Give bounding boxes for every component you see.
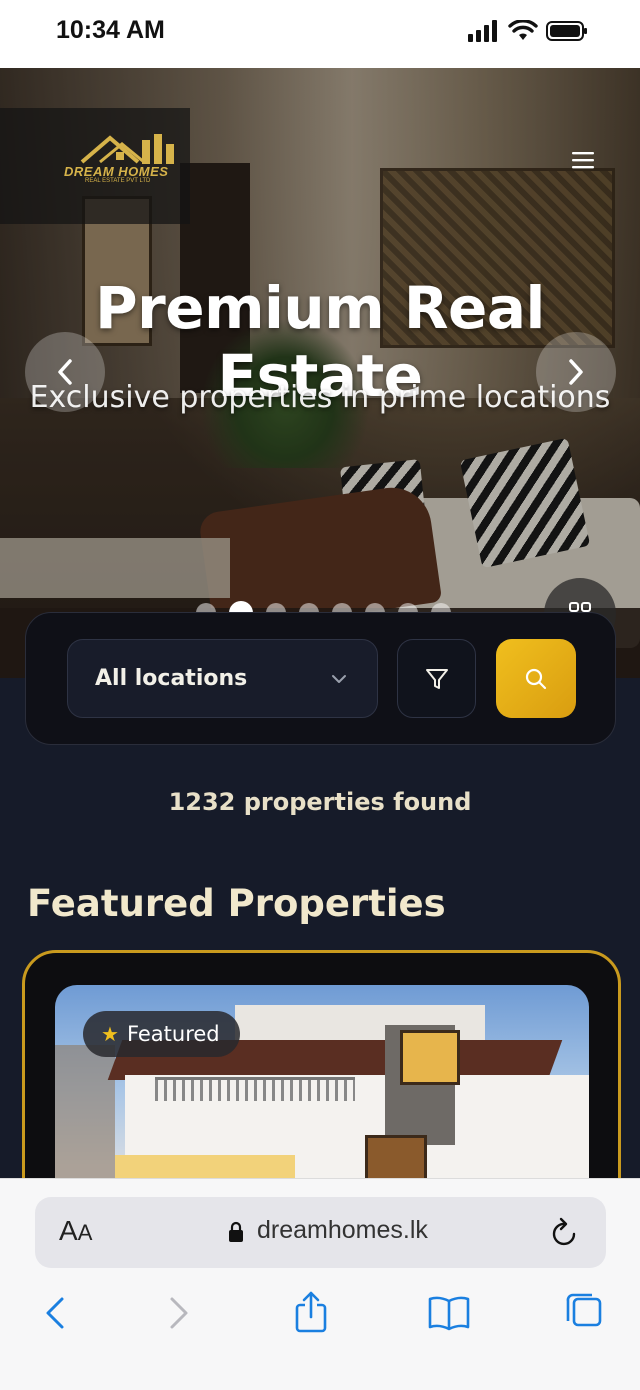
search-panel: All locations	[25, 612, 616, 745]
chevron-left-icon	[58, 359, 72, 385]
forward-icon[interactable]	[164, 1291, 194, 1335]
property-image-balcony-rail	[155, 1077, 355, 1101]
property-image-window	[400, 1030, 460, 1085]
browser-toolbar: AA dreamhomes.lk	[0, 1178, 640, 1390]
carousel-prev-button[interactable]	[25, 332, 105, 412]
star-icon: ★	[101, 1022, 119, 1046]
status-icons	[468, 20, 588, 42]
hero-carousel[interactable]: DREAM HOMES REAL ESTATE PVT LTD Premium …	[0, 68, 640, 678]
cellular-signal-icon	[468, 20, 497, 42]
chevron-right-icon	[569, 359, 583, 385]
share-icon[interactable]	[293, 1291, 329, 1335]
logo[interactable]: DREAM HOMES REAL ESTATE PVT LTD	[0, 108, 190, 224]
back-icon[interactable]	[40, 1291, 70, 1335]
tabs-icon[interactable]	[564, 1291, 604, 1335]
featured-badge: ★ Featured	[83, 1011, 240, 1057]
chevron-down-icon	[332, 675, 346, 683]
filter-icon	[425, 668, 448, 689]
bookmarks-icon[interactable]	[427, 1291, 471, 1335]
status-time: 10:34 AM	[56, 16, 165, 44]
location-select-value: All locations	[95, 666, 248, 691]
url-text: dreamhomes.lk	[257, 1216, 428, 1244]
status-bar: 10:34 AM	[0, 0, 640, 68]
section-title: Featured Properties	[27, 882, 446, 925]
search-icon	[525, 668, 547, 689]
wifi-icon	[508, 20, 538, 40]
battery-icon	[546, 21, 587, 41]
search-button[interactable]	[496, 639, 576, 718]
logo-subtext: REAL ESTATE PVT LTD	[85, 178, 151, 184]
location-select[interactable]: All locations	[67, 639, 378, 718]
filter-button[interactable]	[397, 639, 476, 718]
logo-house-icon	[80, 134, 174, 164]
lock-icon	[229, 1221, 243, 1242]
results-count: 1232 properties found	[168, 788, 472, 816]
carousel-next-button[interactable]	[536, 332, 616, 412]
logo-text: DREAM HOMES	[64, 164, 169, 179]
reload-icon[interactable]	[550, 1216, 580, 1248]
browser-nav-toolbar	[0, 1291, 640, 1361]
featured-badge-label: Featured	[126, 1022, 220, 1046]
address-bar[interactable]: AA dreamhomes.lk	[35, 1197, 606, 1268]
hamburger-icon[interactable]	[570, 150, 596, 170]
reader-settings-button[interactable]: AA	[59, 1215, 92, 1247]
